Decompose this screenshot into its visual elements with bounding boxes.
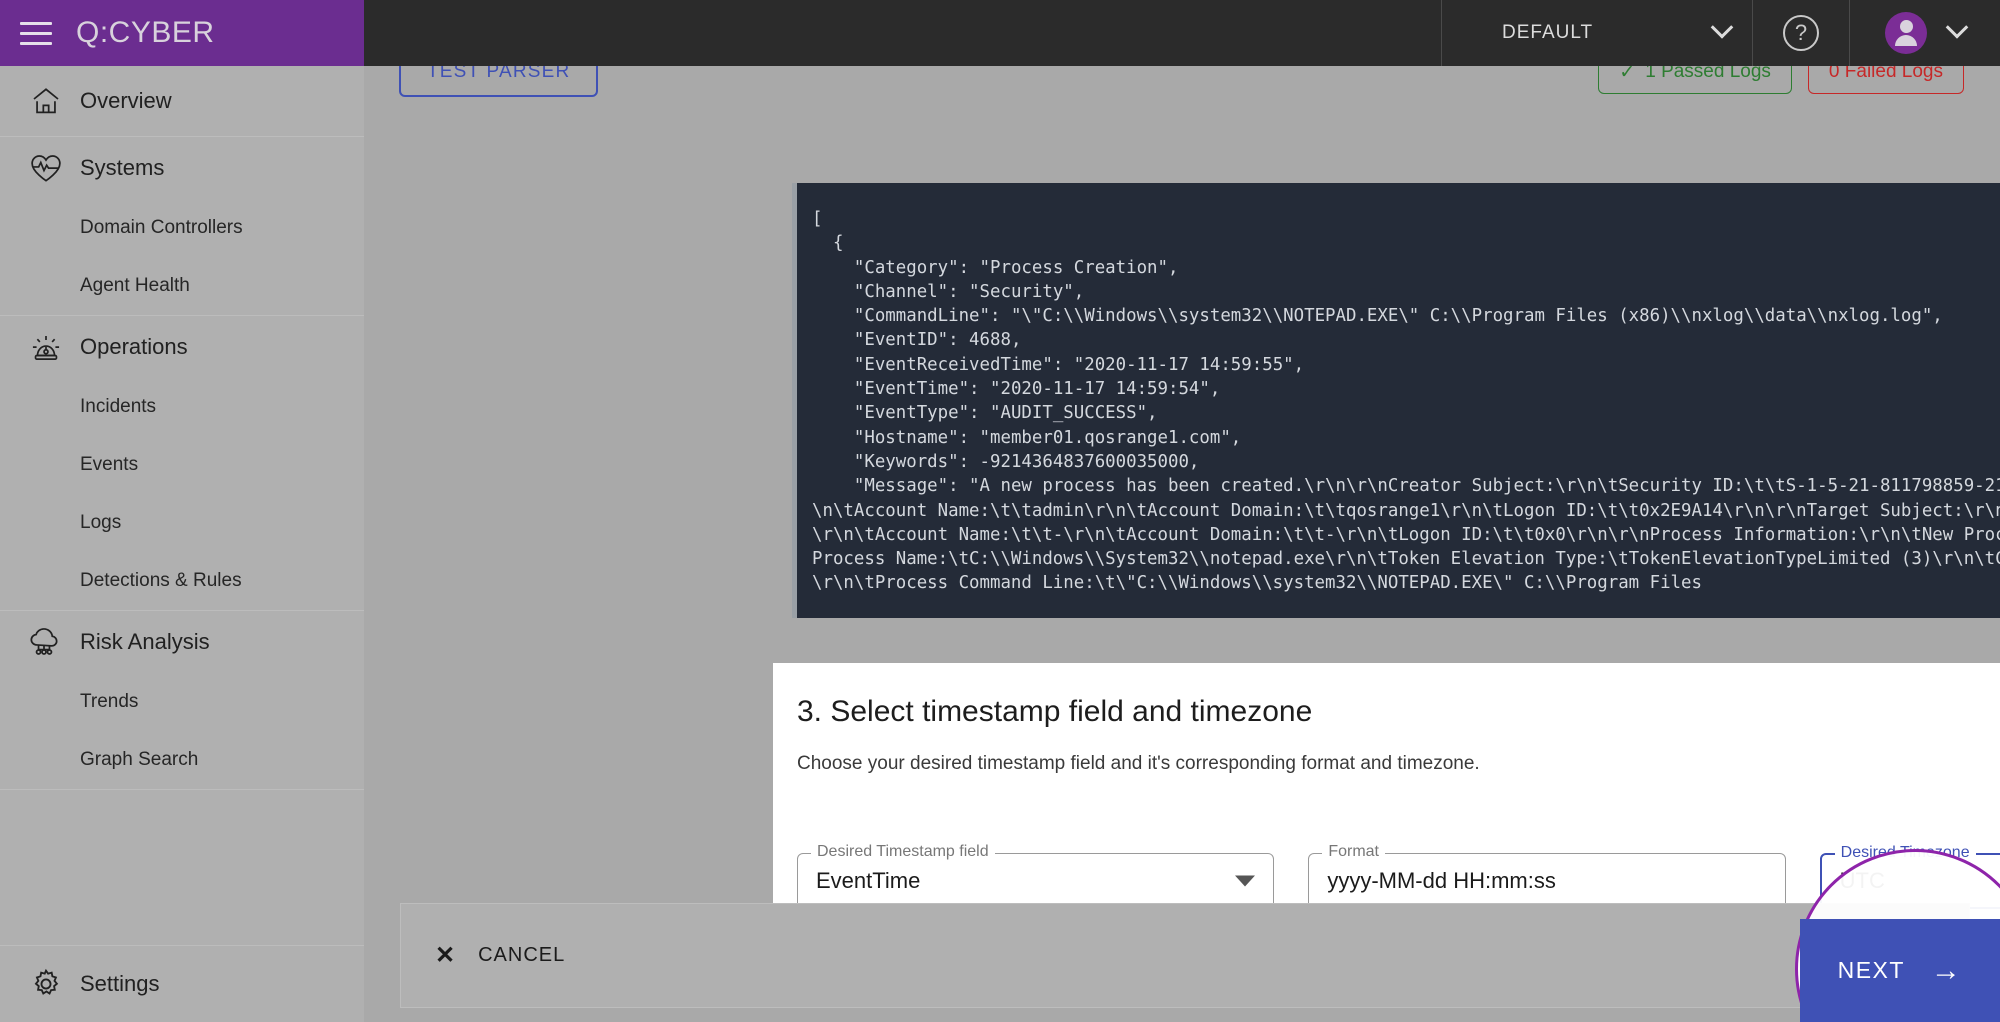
- sidebar-item-label: Systems: [80, 155, 165, 180]
- sidebar-item-systems[interactable]: Systems: [0, 137, 364, 199]
- sidebar-item-agent-health[interactable]: Agent Health: [0, 257, 364, 315]
- sidebar-item-label: Risk Analysis: [80, 629, 210, 654]
- sidebar-item-operations[interactable]: Operations: [0, 316, 364, 378]
- field-row: Desired Timestamp field EventTime Format…: [797, 843, 2000, 909]
- sidebar-item-trends[interactable]: Trends: [0, 673, 364, 731]
- sidebar-item-label: Operations: [80, 334, 188, 359]
- sidebar-item-incidents[interactable]: Incidents: [0, 378, 364, 436]
- home-icon: [18, 81, 74, 121]
- passed-logs-label: 1 Passed Logs: [1645, 66, 1771, 82]
- user-menu[interactable]: [1850, 0, 2000, 66]
- sidebar-item-label: Settings: [80, 971, 160, 996]
- check-icon: ✓: [1619, 66, 1636, 83]
- sidebar-item-events[interactable]: Events: [0, 436, 364, 494]
- failed-logs-label: 0 Failed Logs: [1828, 66, 1943, 82]
- next-label: NEXT: [1837, 957, 1905, 983]
- sidebar-item-domain-controllers[interactable]: Domain Controllers: [0, 199, 364, 257]
- scrollbar[interactable]: [792, 183, 797, 618]
- app-root: Q:CYBER DEFAULT ? Overview Systems Domai…: [0, 0, 2000, 1022]
- sidebar-subitem-label: Detections & Rules: [80, 570, 242, 591]
- sidebar-item-risk-analysis[interactable]: Risk Analysis: [0, 611, 364, 673]
- timezone-select[interactable]: Desired Timezone UTC: [1819, 844, 2000, 909]
- parser-toolbar: TEST PARSER ✓ 1 Passed Logs 0 Failed Log…: [399, 66, 1964, 100]
- log-preview-content: [ { "Category": "Process Creation", "Cha…: [812, 209, 2000, 594]
- sidebar-item-logs[interactable]: Logs: [0, 494, 364, 552]
- sidebar-filler: [0, 790, 364, 946]
- question-mark-icon: ?: [1783, 15, 1819, 51]
- nav-group-systems: Systems Domain Controllers Agent Health: [0, 137, 364, 316]
- format-input[interactable]: Format yyyy-MM-dd HH:mm:ss: [1308, 843, 1786, 909]
- field-value: EventTime: [816, 868, 921, 893]
- sidebar-item-overview[interactable]: Overview: [0, 66, 364, 136]
- tenant-label: DEFAULT: [1502, 22, 1594, 43]
- page-title: 3. Select timestamp field and timezone: [797, 695, 1313, 728]
- chevron-down-icon: [1945, 16, 1969, 39]
- log-preview-panel[interactable]: [ { "Category": "Process Creation", "Cha…: [792, 183, 2000, 618]
- step-card: 3. Select timestamp field and timezone C…: [773, 663, 2000, 930]
- sidebar-subitem-label: Trends: [80, 691, 139, 712]
- sidebar-subitem-label: Incidents: [80, 396, 157, 417]
- cancel-label: CANCEL: [478, 944, 566, 966]
- timestamp-field-select[interactable]: Desired Timestamp field EventTime: [797, 843, 1275, 909]
- person-icon: [1895, 20, 1917, 46]
- wizard-footer: ✕ CANCEL: [400, 903, 1970, 1008]
- arrow-right-icon: →: [1930, 953, 1963, 987]
- nav-group-risk-analysis: Risk Analysis Trends Graph Search: [0, 611, 364, 790]
- card-subtitle: Choose your desired timestamp field and …: [797, 753, 1480, 774]
- main-content: TEST PARSER ✓ 1 Passed Logs 0 Failed Log…: [364, 66, 2000, 1022]
- passed-logs-badge[interactable]: ✓ 1 Passed Logs: [1598, 66, 1792, 94]
- chevron-down-icon: [1710, 16, 1734, 39]
- sidebar-subitem-label: Agent Health: [80, 275, 190, 296]
- sidebar-item-detections-rules[interactable]: Detections & Rules: [0, 552, 364, 610]
- nav-group-operations: Operations Incidents Events Logs Detecti…: [0, 316, 364, 611]
- tenant-selector[interactable]: DEFAULT: [1442, 0, 1752, 66]
- sidebar-item-graph-search[interactable]: Graph Search: [0, 731, 364, 789]
- help-button[interactable]: ?: [1753, 0, 1849, 66]
- field-legend: Desired Timestamp field: [811, 843, 995, 861]
- close-icon: ✕: [435, 941, 457, 969]
- sidebar-subitem-label: Graph Search: [80, 749, 199, 770]
- chevron-down-icon: [1235, 875, 1256, 887]
- sidebar: Overview Systems Domain Controllers Agen…: [0, 66, 364, 1022]
- field-legend: Desired Timezone: [1834, 844, 1976, 862]
- log-status-group: ✓ 1 Passed Logs 0 Failed Logs: [1598, 66, 1964, 94]
- failed-logs-badge[interactable]: 0 Failed Logs: [1807, 66, 1964, 94]
- cancel-button[interactable]: ✕ CANCEL: [419, 930, 581, 982]
- sidebar-item-label: Overview: [80, 88, 172, 113]
- field-value: UTC: [1839, 868, 1885, 893]
- siren-icon: [18, 327, 74, 367]
- field-value: yyyy-MM-dd HH:mm:ss: [1327, 868, 1556, 893]
- avatar: [1885, 12, 1927, 54]
- heartbeat-icon: [18, 148, 74, 188]
- field-legend: Format: [1322, 843, 1385, 861]
- hamburger-icon[interactable]: [14, 11, 58, 55]
- next-button[interactable]: NEXT →: [1800, 919, 2000, 1022]
- sidebar-item-settings[interactable]: Settings: [0, 946, 364, 1022]
- test-parser-button[interactable]: TEST PARSER: [399, 66, 599, 97]
- gear-icon: [18, 964, 74, 1004]
- sidebar-subitem-label: Events: [80, 454, 139, 475]
- sidebar-subitem-label: Domain Controllers: [80, 217, 243, 238]
- cloud-network-icon: [18, 622, 74, 662]
- sidebar-subitem-label: Logs: [80, 512, 122, 533]
- nav-group-overview: Overview: [0, 66, 364, 137]
- brand-area: Q:CYBER: [0, 0, 364, 66]
- brand-title: Q:CYBER: [76, 16, 215, 49]
- top-bar: Q:CYBER DEFAULT ?: [0, 0, 2000, 66]
